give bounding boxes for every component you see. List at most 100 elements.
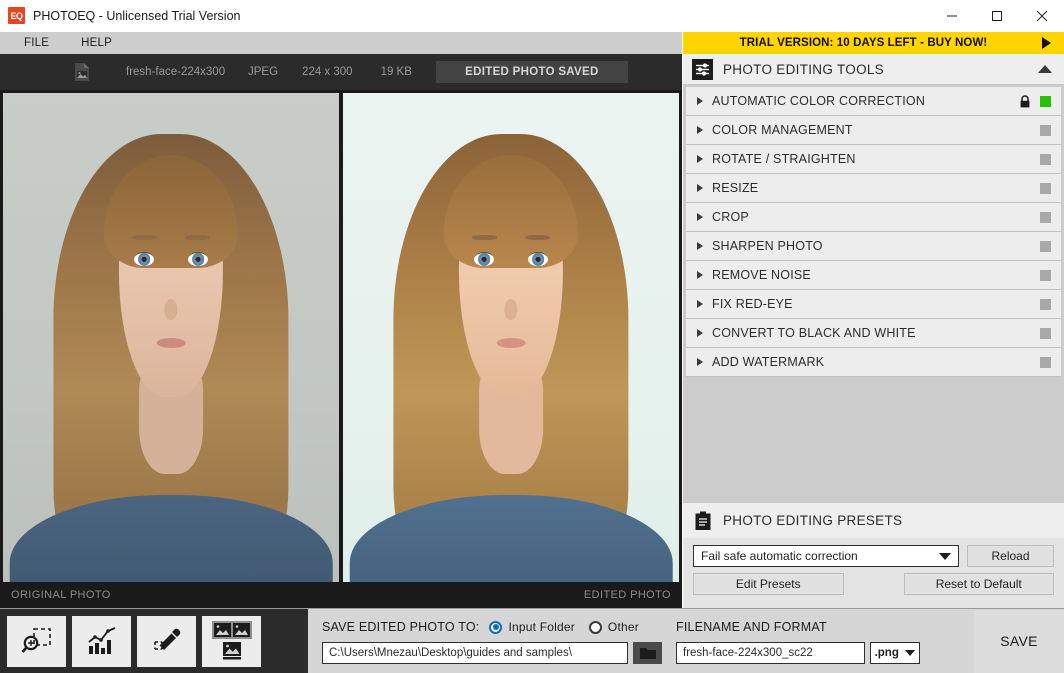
edited-photo-image	[343, 93, 679, 608]
edited-photo-pane[interactable]: EDITED PHOTO	[343, 93, 679, 608]
bottom-bar: SAVE EDITED PHOTO TO: Input Folder Other…	[0, 608, 1064, 673]
tool-item-label: SHARPEN PHOTO	[712, 239, 823, 253]
clipboard-icon	[694, 511, 712, 531]
tools-list: AUTOMATIC COLOR CORRECTION COLOR MANAGEM…	[683, 85, 1064, 502]
format-select[interactable]: .png	[869, 641, 920, 664]
chevron-down-icon	[905, 649, 915, 656]
title-bar: EQ PHOTOEQ - Unlicensed Trial Version	[0, 0, 1064, 32]
trial-banner-text: TRIAL VERSION: 10 DAYS LEFT - BUY NOW!	[739, 37, 988, 49]
original-photo-image	[3, 93, 339, 608]
presets-select-row: Fail safe automatic correction Reload	[693, 545, 1054, 567]
original-photo-pane[interactable]: ORIGINAL PHOTO	[3, 93, 339, 608]
maximize-button[interactable]	[974, 0, 1019, 32]
app-logo-icon: EQ	[8, 7, 25, 24]
save-status-badge: EDITED PHOTO SAVED	[435, 61, 628, 83]
presets-header: PHOTO EDITING PRESETS	[683, 502, 1064, 538]
chevron-down-icon	[939, 552, 951, 560]
sliders-icon	[692, 58, 713, 80]
tool-item-label: REMOVE NOISE	[712, 268, 811, 282]
tool-item-label: CONVERT TO BLACK AND WHITE	[712, 326, 916, 340]
tool-item-add-watermark[interactable]: ADD WATERMARK	[686, 348, 1061, 377]
filename-row: fresh-face-224x300_sc22 .png	[676, 641, 920, 664]
tool-status-indicator	[1040, 182, 1051, 194]
reload-presets-button[interactable]: Reload	[967, 545, 1054, 567]
tool-status-indicator	[1040, 211, 1051, 223]
filename-format-label: FILENAME AND FORMAT	[676, 620, 827, 634]
file-size-text: 19 KB	[380, 66, 412, 78]
preset-select[interactable]: Fail safe automatic correction	[693, 545, 959, 567]
tool-item-label: ROTATE / STRAIGHTEN	[712, 152, 856, 166]
view-layout-icon[interactable]	[202, 615, 261, 667]
window-title: PHOTOEQ - Unlicensed Trial Version	[33, 8, 241, 23]
menu-item-file[interactable]: FILE	[14, 32, 59, 54]
presets-buttons-row: Edit Presets Reset to Default	[693, 573, 1054, 595]
image-file-icon	[72, 62, 92, 82]
edit-presets-button[interactable]: Edit Presets	[693, 573, 844, 595]
menu-row: FILE HELP TRIAL VERSION: 10 DAYS LEFT - …	[0, 32, 1064, 54]
tool-item-label: CROP	[712, 210, 749, 224]
chevron-right-icon	[697, 126, 703, 134]
eyedropper-icon[interactable]	[137, 615, 196, 667]
tool-status-indicator	[1040, 153, 1051, 165]
main-body: fresh-face-224x300 JPEG 224 x 300 19 KB …	[0, 54, 1064, 608]
filename-label-row: FILENAME AND FORMAT	[676, 619, 920, 636]
destination-radio-group: Input Folder Other	[489, 620, 646, 634]
tool-item-label: ADD WATERMARK	[712, 355, 825, 369]
tool-item-convert-to-black-and-white[interactable]: CONVERT TO BLACK AND WHITE	[686, 319, 1061, 348]
tool-item-sharpen-photo[interactable]: SHARPEN PHOTO	[686, 232, 1061, 261]
tools-panel: PHOTO EDITING TOOLS AUTOMATIC COLOR CORR…	[683, 54, 1064, 608]
trial-banner[interactable]: TRIAL VERSION: 10 DAYS LEFT - BUY NOW!	[683, 32, 1064, 54]
tool-item-resize[interactable]: RESIZE	[686, 174, 1061, 203]
tool-item-label: RESIZE	[712, 181, 759, 195]
tools-panel-header[interactable]: PHOTO EDITING TOOLS	[683, 54, 1064, 85]
save-section: SAVE EDITED PHOTO TO: Input Folder Other…	[308, 609, 1064, 673]
edited-photo-label: EDITED PHOTO	[343, 582, 679, 608]
file-name-text: fresh-face-224x300	[126, 66, 226, 78]
save-button[interactable]: SAVE	[974, 609, 1064, 673]
chevron-right-icon	[697, 329, 703, 337]
tool-item-automatic-color-correction[interactable]: AUTOMATIC COLOR CORRECTION	[686, 87, 1061, 116]
tool-status-indicator	[1040, 298, 1051, 310]
tool-item-label: AUTOMATIC COLOR CORRECTION	[712, 94, 926, 108]
chevron-right-icon	[697, 300, 703, 308]
window-controls	[929, 0, 1064, 32]
radio-other[interactable]	[588, 620, 602, 634]
save-to-label: SAVE EDITED PHOTO TO:	[322, 620, 480, 634]
reset-to-default-button[interactable]: Reset to Default	[903, 573, 1054, 595]
chevron-right-icon	[697, 358, 703, 366]
zoom-select-icon[interactable]	[7, 615, 66, 667]
chevron-up-icon[interactable]	[1038, 65, 1052, 73]
radio-input-folder-label: Input Folder	[508, 620, 575, 634]
trial-arrow-icon	[1034, 37, 1064, 49]
radio-other-label: Other	[607, 620, 639, 634]
tool-item-crop[interactable]: CROP	[686, 203, 1061, 232]
tool-item-rotate-straighten[interactable]: ROTATE / STRAIGHTEN	[686, 145, 1061, 174]
histogram-icon[interactable]	[72, 615, 131, 667]
tool-item-fix-red-eye[interactable]: FIX RED-EYE	[686, 290, 1061, 319]
tool-item-color-management[interactable]: COLOR MANAGEMENT	[686, 116, 1061, 145]
save-path-input[interactable]: C:\Users\Mnezau\Desktop\guides and sampl…	[322, 641, 628, 664]
chevron-right-icon	[697, 242, 703, 250]
tool-status-indicator	[1040, 327, 1051, 339]
save-destination-group: SAVE EDITED PHOTO TO: Input Folder Other…	[322, 619, 662, 664]
tool-status-indicator	[1040, 124, 1051, 136]
close-button[interactable]	[1019, 0, 1064, 32]
lock-icon	[1020, 94, 1030, 107]
format-selected-value: .png	[874, 646, 899, 659]
save-destination-row: SAVE EDITED PHOTO TO: Input Folder Other	[322, 619, 662, 636]
file-type-text: JPEG	[248, 66, 279, 78]
radio-input-folder[interactable]	[489, 620, 503, 634]
presets-title: PHOTO EDITING PRESETS	[723, 513, 903, 528]
tool-item-label: COLOR MANAGEMENT	[712, 123, 853, 137]
chevron-right-icon	[697, 97, 703, 105]
tool-item-remove-noise[interactable]: REMOVE NOISE	[686, 261, 1061, 290]
preset-selected-value: Fail safe automatic correction	[701, 549, 858, 563]
menu-item-help[interactable]: HELP	[71, 32, 122, 54]
menu-bar: FILE HELP	[0, 32, 683, 54]
original-photo-label: ORIGINAL PHOTO	[3, 582, 339, 608]
tool-status-indicator	[1040, 269, 1051, 281]
filename-input[interactable]: fresh-face-224x300_sc22	[676, 641, 865, 664]
tool-status-indicator	[1040, 240, 1051, 252]
minimize-button[interactable]	[929, 0, 974, 32]
folder-icon[interactable]	[633, 641, 662, 664]
